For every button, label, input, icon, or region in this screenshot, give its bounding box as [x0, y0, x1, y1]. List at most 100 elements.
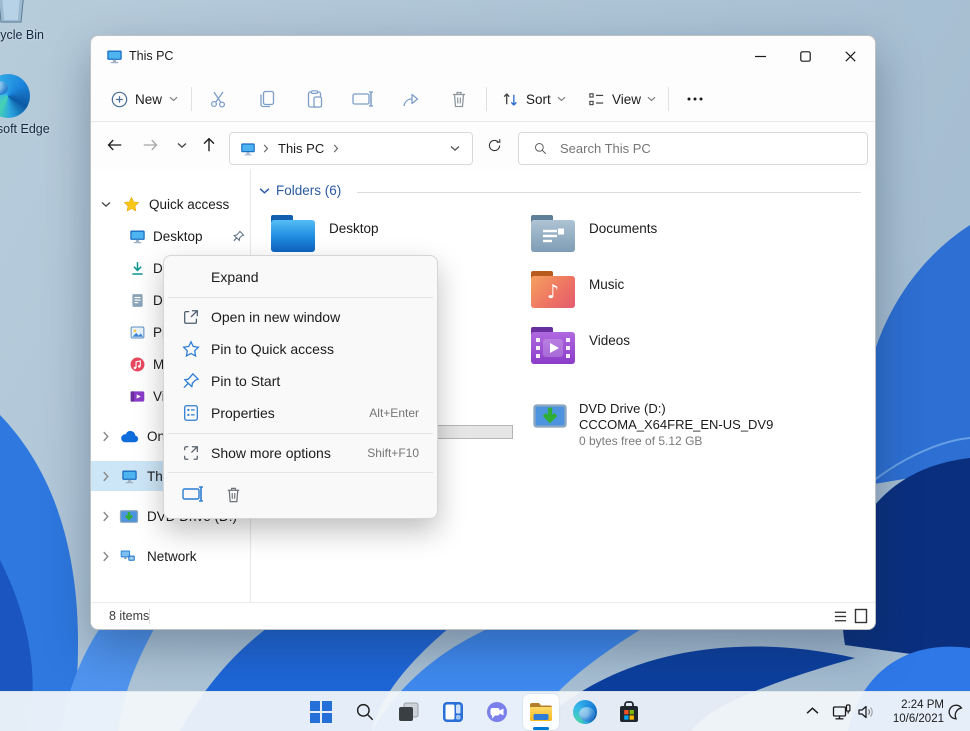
desktop-icon [129, 228, 146, 245]
chat-button[interactable] [479, 694, 515, 730]
menu-item-show-more-options[interactable]: Show more options Shift+F10 [169, 437, 432, 469]
context-menu: Expand Open in new window Pin to Quick a… [163, 255, 438, 519]
new-button-label: New [135, 92, 162, 107]
title-bar[interactable]: This PC [91, 36, 875, 76]
plus-circle-icon [111, 91, 128, 108]
chevron-right-icon[interactable] [101, 511, 111, 522]
status-divider [149, 609, 150, 624]
share-icon [401, 89, 421, 109]
pin-outline-icon [182, 372, 200, 390]
chevron-down-icon[interactable] [101, 201, 111, 208]
refresh-button[interactable] [479, 130, 509, 160]
focus-assist-moon-icon[interactable] [946, 702, 964, 720]
folder-item-documents[interactable]: Documents [531, 215, 783, 263]
document-icon [129, 292, 146, 309]
this-pc-icon [240, 141, 256, 157]
sidebar-item-desktop[interactable]: Desktop [91, 221, 251, 251]
chevron-right-icon[interactable] [101, 551, 111, 562]
forward-button[interactable] [135, 130, 165, 160]
large-icons-view-button[interactable] [853, 608, 869, 624]
copy-button[interactable] [251, 83, 283, 115]
menu-item-pin-to-start[interactable]: Pin to Start [169, 365, 432, 397]
arrow-right-icon [141, 136, 159, 154]
drive-item-dvd[interactable]: DVD Drive (D:) CCCOMA_X64FRE_EN-US_DV9 0… [531, 399, 783, 455]
open-in-new-window-icon [182, 308, 200, 326]
edge-icon [573, 700, 597, 724]
folder-icon [271, 215, 315, 252]
volume-icon[interactable] [856, 703, 876, 721]
tray-chevron-up-icon[interactable] [806, 706, 819, 715]
share-button[interactable] [395, 83, 427, 115]
paste-button[interactable] [299, 83, 331, 115]
address-bar[interactable]: This PC [229, 132, 473, 165]
edge-button[interactable] [567, 694, 603, 730]
rename-button[interactable] [347, 83, 379, 115]
search-input[interactable] [560, 141, 810, 156]
address-dropdown-icon[interactable] [450, 145, 460, 152]
desktop: Recycle Bin Microsoft Edge This PC New [0, 0, 970, 731]
edge-icon [0, 74, 30, 118]
paste-icon [305, 89, 325, 109]
minimize-button[interactable] [738, 36, 783, 76]
search-icon [354, 701, 376, 723]
delete-button[interactable] [443, 83, 475, 115]
minimize-icon [755, 51, 766, 62]
items-count: 8 items [109, 609, 149, 623]
onedrive-cloud-icon [119, 429, 140, 445]
sidebar-item-quick-access[interactable]: Quick access [91, 189, 251, 219]
menu-shortcut: Shift+F10 [367, 446, 419, 460]
chevron-right-icon[interactable] [101, 431, 111, 442]
desktop-shortcut-recycle-bin[interactable]: Recycle Bin [0, 0, 60, 55]
clock[interactable]: 2:24 PM 10/6/2021 [893, 698, 944, 726]
back-button[interactable] [100, 130, 130, 160]
close-button[interactable] [828, 36, 873, 76]
drive-free-space: 0 bytes free of 5.12 GB [579, 433, 773, 449]
sidebar-item-network[interactable]: Network [91, 541, 251, 571]
menu-item-expand[interactable]: Expand [169, 261, 432, 293]
cut-icon [209, 89, 229, 109]
arrow-up-icon [200, 136, 218, 154]
details-view-button[interactable] [833, 609, 848, 624]
taskbar-search-button[interactable] [347, 694, 383, 730]
new-button[interactable]: New [105, 83, 184, 115]
view-icon [587, 90, 606, 109]
widgets-button[interactable] [435, 694, 471, 730]
refresh-icon [486, 137, 503, 154]
menu-item-label: Pin to Start [211, 373, 280, 389]
breadcrumb-this-pc[interactable]: This PC [276, 141, 326, 156]
folders-section-header[interactable]: Folders (6) [259, 183, 341, 198]
arrow-left-icon [106, 136, 124, 154]
view-button-label: View [612, 92, 641, 107]
show-more-options-icon [182, 444, 200, 462]
desktop-shortcut-edge[interactable]: Microsoft Edge [0, 70, 60, 170]
network-tray-icon[interactable] [832, 703, 852, 721]
menu-item-pin-to-quick-access[interactable]: Pin to Quick access [169, 333, 432, 365]
menu-item-properties[interactable]: Properties Alt+Enter [169, 397, 432, 429]
menu-rename-button[interactable] [174, 479, 212, 509]
menu-item-open-new-window[interactable]: Open in new window [169, 301, 432, 333]
command-bar: New Sort View [91, 76, 875, 122]
recent-locations-button[interactable] [167, 130, 197, 160]
menu-delete-button[interactable] [214, 479, 252, 509]
folder-item-videos[interactable]: Videos [531, 327, 783, 375]
start-button[interactable] [303, 694, 339, 730]
dvd-drive-icon [531, 401, 569, 431]
view-button[interactable]: View [581, 83, 662, 115]
widgets-icon [441, 700, 465, 724]
videos-icon [129, 388, 146, 405]
file-explorer-button[interactable] [523, 694, 559, 730]
chevron-right-icon[interactable] [101, 471, 111, 482]
toolbar-separator [668, 87, 669, 111]
task-view-button[interactable] [391, 694, 427, 730]
store-icon [617, 700, 641, 724]
store-button[interactable] [611, 694, 647, 730]
pin-icon [232, 230, 245, 243]
see-more-button[interactable] [679, 83, 711, 115]
search-box[interactable] [518, 132, 868, 165]
star-outline-icon [182, 340, 200, 358]
folder-item-music[interactable]: ♪ Music [531, 271, 783, 319]
cut-button[interactable] [203, 83, 235, 115]
up-button[interactable] [194, 130, 224, 160]
sort-button[interactable]: Sort [495, 83, 572, 115]
maximize-button[interactable] [783, 36, 828, 76]
